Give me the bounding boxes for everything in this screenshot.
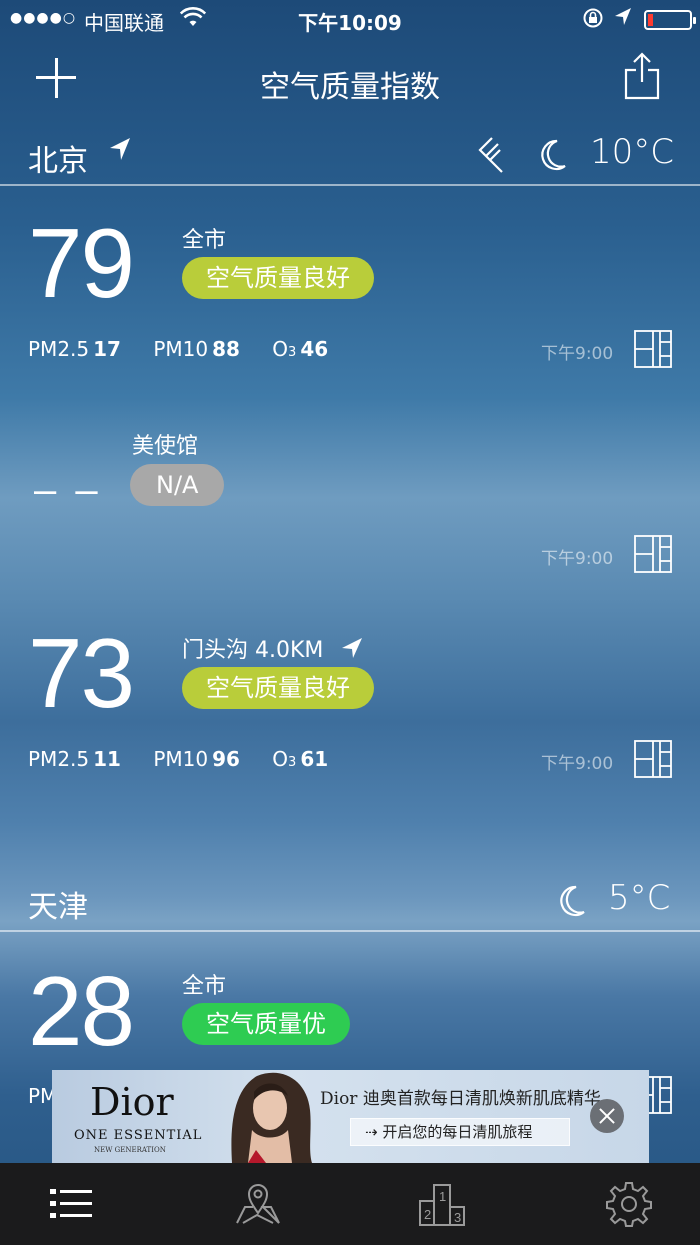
- metric-label: O: [272, 337, 289, 361]
- city-header-beijing[interactable]: 北京 10°C: [0, 126, 700, 186]
- update-time: 下午9:00: [541, 549, 614, 569]
- city-name: 北京: [28, 144, 88, 179]
- station-card[interactable]: – – 美使馆 N/A 下午9:00: [0, 390, 700, 596]
- moon-icon: [556, 884, 586, 922]
- settings-icon[interactable]: [604, 1179, 654, 1229]
- station-name-text: 门头沟 4.0KM: [182, 638, 324, 663]
- status-bar: ●●●●○ 中国联通 下午10:09: [0, 0, 700, 40]
- aqi-value: 79: [28, 208, 135, 318]
- city-header-tianjin[interactable]: 天津 5°C: [0, 872, 700, 932]
- close-icon[interactable]: [590, 1099, 624, 1133]
- station-name: 门头沟 4.0KM: [182, 632, 364, 666]
- pollutant-metrics: PM2.5 11 PM10 96 O3 61: [28, 747, 354, 771]
- city-name: 天津: [28, 890, 88, 925]
- metric-label: PM2.5: [28, 747, 90, 771]
- ad-brand: Dior: [90, 1080, 174, 1124]
- pollutant-metrics: PM2.5 17 PM10 88 O3 46: [28, 337, 354, 361]
- map-icon[interactable]: [233, 1179, 283, 1229]
- metric-label: PM2.5: [28, 337, 90, 361]
- ad-tagline: ONE ESSENTIAL: [74, 1128, 203, 1143]
- rotation-lock-icon: [582, 7, 604, 34]
- metric-value: 61: [300, 747, 329, 771]
- ad-cta-button[interactable]: ⇢ 开启您的每日清肌旅程: [350, 1118, 570, 1146]
- aqi-value: 73: [28, 618, 135, 728]
- battery-level: [648, 14, 653, 26]
- ad-headline: Dior 迪奥首款每日清肌焕新肌底精华: [320, 1089, 601, 1109]
- metric-value: 96: [212, 747, 240, 771]
- temperature: 10°C: [590, 132, 675, 172]
- metric-pm10: PM10 88: [153, 337, 240, 361]
- detail-panel-icon[interactable]: [634, 740, 672, 778]
- station-name: 全市: [182, 228, 227, 253]
- list-icon[interactable]: [46, 1179, 96, 1229]
- aqi-value: 28: [28, 956, 135, 1066]
- moon-icon: [537, 138, 567, 176]
- share-icon[interactable]: [622, 52, 662, 100]
- page-title: 空气质量指数: [260, 70, 440, 105]
- aqi-status-badge: 空气质量优: [182, 1003, 350, 1045]
- metric-o3: O3 61: [272, 747, 328, 771]
- detail-panel-icon[interactable]: [634, 330, 672, 368]
- metric-value: 88: [212, 337, 240, 361]
- arrow-right-icon: ⇢: [365, 1123, 378, 1141]
- nav-bar: 空气质量指数: [0, 44, 700, 114]
- ranking-icon[interactable]: 213: [417, 1179, 467, 1229]
- detail-panel-icon[interactable]: [634, 535, 672, 573]
- location-arrow-icon: [108, 136, 132, 166]
- wind-icon: [478, 136, 506, 180]
- metric-label: O: [272, 747, 289, 771]
- temperature: 5°C: [608, 878, 671, 918]
- aqi-status-badge: 空气质量良好: [182, 257, 374, 299]
- update-time: 下午9:00: [541, 344, 614, 364]
- aqi-status-badge: 空气质量良好: [182, 667, 374, 709]
- svg-text:2: 2: [424, 1207, 431, 1222]
- update-time: 下午9:00: [541, 754, 614, 774]
- location-services-icon: [614, 7, 632, 32]
- svg-text:1: 1: [439, 1189, 446, 1204]
- metric-value: 46: [300, 337, 329, 361]
- metric-subscript: 3: [288, 755, 297, 770]
- metric-subscript: 3: [288, 345, 297, 360]
- station-card[interactable]: 73 门头沟 4.0KM 空气质量良好 PM2.5 11 PM10 96 O3 61 …: [0, 596, 700, 800]
- ad-subtagline: NEW GENERATION: [94, 1146, 166, 1154]
- location-arrow-icon: [340, 636, 364, 666]
- battery-icon: [644, 10, 696, 30]
- metric-pm25: PM2.5 11: [28, 747, 121, 771]
- metric-pm10: PM10 96: [153, 747, 240, 771]
- aqi-value: – –: [34, 468, 102, 512]
- aqi-status-badge: N/A: [130, 464, 225, 506]
- ad-model-image: [212, 1070, 322, 1163]
- metric-value: 11: [93, 747, 121, 771]
- ad-banner[interactable]: Dior ONE ESSENTIAL NEW GENERATION Dior 迪…: [52, 1070, 649, 1163]
- metric-o3: O3 46: [272, 337, 328, 361]
- metric-value: 17: [93, 337, 121, 361]
- svg-text:3: 3: [454, 1210, 461, 1225]
- tab-bar: 213: [0, 1163, 700, 1245]
- station-name: 美使馆: [132, 434, 199, 459]
- station-card[interactable]: 79 全市 空气质量良好 PM2.5 17 PM10 88 O3 46 下午9:00: [0, 186, 700, 390]
- station-name: 全市: [182, 974, 227, 999]
- metric-label: PM10: [153, 337, 209, 361]
- metric-pm25: PM2.5 17: [28, 337, 121, 361]
- metric-label: PM10: [153, 747, 209, 771]
- ad-cta-label: 开启您的每日清肌旅程: [382, 1123, 533, 1141]
